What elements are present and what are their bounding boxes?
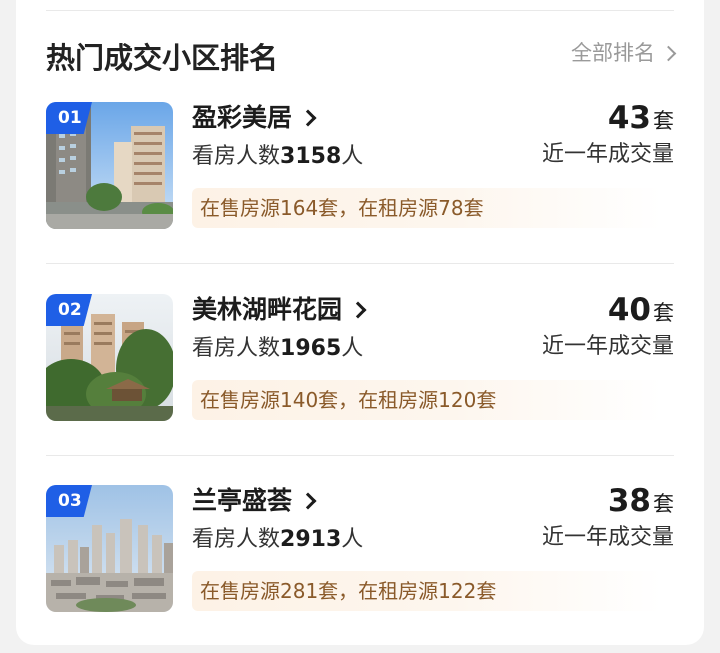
viewer-count-suffix: 人 xyxy=(341,336,364,361)
deal-unit: 套 xyxy=(653,492,674,516)
deal-count: 38 xyxy=(607,483,651,519)
community-name: 美林湖畔花园 xyxy=(192,295,343,324)
viewer-count: 看房人数3158人 xyxy=(192,140,363,174)
community-name-link[interactable]: 兰亭盛荟 xyxy=(192,483,317,519)
listing-summary: 在售房源281套，在租房源122套 xyxy=(192,571,662,611)
all-rankings-label: 全部排名 xyxy=(571,41,655,65)
chevron-right-icon xyxy=(299,492,317,510)
viewer-count-prefix: 看房人数 xyxy=(192,336,281,361)
deal-volume-label: 近一年成交量 xyxy=(541,142,674,167)
deal-volume-label: 近一年成交量 xyxy=(541,334,674,359)
deal-count: 43 xyxy=(607,100,651,136)
community-photo: 02 xyxy=(46,294,173,421)
viewer-count-value: 2913 xyxy=(280,527,342,552)
chevron-right-icon xyxy=(660,45,677,62)
item-divider xyxy=(46,263,674,264)
viewer-count-suffix: 人 xyxy=(341,527,364,552)
viewer-count: 看房人数1965人 xyxy=(192,332,363,366)
community-item[interactable]: 02 美林湖畔花园 看房人数1965人 在售房源140套，在租房源120套 40… xyxy=(46,292,674,426)
viewer-count-prefix: 看房人数 xyxy=(192,144,281,169)
deal-volume: 38 套 xyxy=(608,479,674,523)
deal-volume: 40 套 xyxy=(608,288,674,332)
community-name: 盈彩美居 xyxy=(192,103,293,132)
deal-unit: 套 xyxy=(653,301,674,325)
community-name-link[interactable]: 盈彩美居 xyxy=(192,100,317,136)
viewer-count-value: 3158 xyxy=(280,144,342,169)
community-name: 兰亭盛荟 xyxy=(192,486,293,515)
all-rankings-link[interactable]: 全部排名 xyxy=(571,36,677,70)
viewer-count-suffix: 人 xyxy=(341,144,364,169)
deal-volume: 43 套 xyxy=(608,96,674,140)
community-photo: 03 xyxy=(46,485,173,612)
deal-unit: 套 xyxy=(653,109,674,133)
community-name-link[interactable]: 美林湖畔花园 xyxy=(192,292,367,328)
chevron-right-icon xyxy=(349,301,367,319)
listing-summary: 在售房源140套，在租房源120套 xyxy=(192,380,662,420)
section-title: 热门成交小区排名 xyxy=(46,41,279,75)
viewer-count: 看房人数2913人 xyxy=(192,523,363,557)
community-item[interactable]: 01 盈彩美居 看房人数3158人 在售房源164套，在租房源78套 43 套 … xyxy=(46,100,674,234)
community-photo: 01 xyxy=(46,102,173,229)
viewer-count-value: 1965 xyxy=(280,336,342,361)
item-divider xyxy=(46,455,674,456)
deal-count: 40 xyxy=(607,292,651,328)
top-divider xyxy=(46,10,674,11)
viewer-count-prefix: 看房人数 xyxy=(192,527,281,552)
chevron-right-icon xyxy=(299,109,317,127)
community-item[interactable]: 03 兰亭盛荟 看房人数2913人 在售房源281套，在租房源122套 38 套… xyxy=(46,483,674,617)
deal-volume-label: 近一年成交量 xyxy=(541,525,674,550)
section-header: 热门成交小区排名 全部排名 xyxy=(46,36,677,84)
listing-summary: 在售房源164套，在租房源78套 xyxy=(192,188,662,228)
